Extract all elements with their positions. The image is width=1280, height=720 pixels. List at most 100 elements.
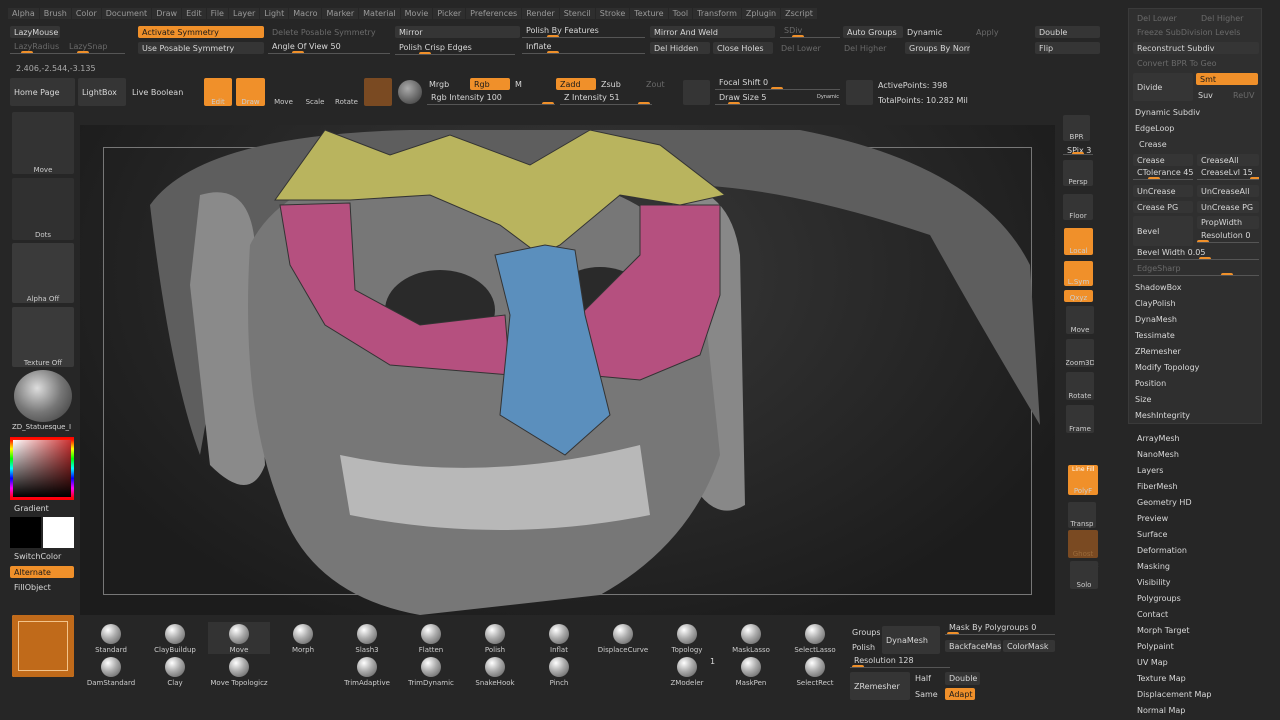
edge-sharp-slider[interactable]: EdgeSharp — [1133, 264, 1259, 276]
brush-damstandard[interactable]: DamStandard — [80, 655, 142, 687]
menu-texture[interactable]: Texture — [630, 8, 668, 19]
convert-bpr-button[interactable]: Convert BPR To Geo — [1133, 58, 1259, 69]
solo-button[interactable]: Solo — [1070, 561, 1098, 589]
flip-button[interactable]: Flip — [1035, 42, 1100, 54]
edit-mode-button[interactable]: Edit — [204, 78, 232, 106]
tool-subpalette-arraymesh[interactable]: ArrayMesh — [1135, 432, 1255, 444]
menu-marker[interactable]: Marker — [322, 8, 359, 19]
menu-movie[interactable]: Movie — [400, 8, 433, 19]
geometry-subpalette-dynamesh[interactable]: DynaMesh — [1133, 313, 1259, 325]
prop-width-toggle[interactable]: PropWidth — [1197, 216, 1259, 229]
spix-slider[interactable]: SPix 3 — [1063, 146, 1093, 155]
rgb-intensity-slider[interactable]: Rgb Intensity 100 — [427, 93, 555, 105]
inflate-slider[interactable]: Inflate — [522, 42, 645, 54]
z-intensity-slider[interactable]: Z Intensity 51 — [560, 93, 652, 105]
tool-subpalette-layers[interactable]: Layers — [1135, 464, 1255, 476]
brush-topology[interactable]: Topology — [656, 622, 718, 654]
half-button[interactable]: Half — [913, 672, 943, 685]
tool-subpalette-geometry-hd[interactable]: Geometry HD — [1135, 496, 1255, 508]
brush-move[interactable]: Move — [208, 622, 270, 654]
draw-mode-button[interactable]: Draw — [236, 78, 265, 106]
qxyz-button[interactable]: Qxyz — [1064, 290, 1093, 302]
delete-posable-symmetry-button[interactable]: Delete Posable Symmetry — [268, 26, 390, 38]
main-color-swatch[interactable] — [43, 517, 74, 548]
brush-pinch[interactable]: Pinch — [528, 655, 590, 687]
brush-morph[interactable]: Morph — [272, 622, 334, 654]
del-higher-button[interactable]: Del Higher — [840, 42, 900, 54]
menu-picker[interactable]: Picker — [433, 8, 466, 19]
menu-edit[interactable]: Edit — [182, 8, 206, 19]
geometry-subpalette-position[interactable]: Position — [1133, 377, 1259, 389]
zout-button[interactable]: Zout — [642, 78, 682, 90]
geometry-subpalette-tessimate[interactable]: Tessimate — [1133, 329, 1259, 341]
del-higher-button[interactable]: Del Higher — [1197, 13, 1257, 24]
tool-subpalette-masking[interactable]: Masking — [1135, 560, 1255, 572]
dynamesh-button[interactable]: DynaMesh — [882, 626, 940, 654]
material-preview[interactable] — [14, 370, 72, 422]
brush-trimdynamic[interactable]: TrimDynamic — [400, 655, 462, 687]
rgb-button[interactable]: Rgb — [470, 78, 510, 90]
move-view-button[interactable]: Move — [1066, 306, 1094, 334]
bpr-button[interactable]: BPR — [1063, 115, 1090, 141]
groups-by-normals-button[interactable]: Groups By Normals — [905, 42, 970, 54]
backface-mask-button[interactable]: BackfaceMask — [945, 640, 1001, 652]
uncrease-pg-button[interactable]: UnCrease PG — [1197, 201, 1259, 213]
lazyradius-slider[interactable]: LazyRadius — [10, 42, 65, 54]
color-picker[interactable] — [10, 437, 74, 500]
switch-color-button[interactable]: SwitchColor — [12, 551, 74, 561]
menu-brush[interactable]: Brush — [39, 8, 71, 19]
brush-trimadaptive[interactable]: TrimAdaptive — [336, 655, 398, 687]
crease-button[interactable]: Crease — [1133, 154, 1193, 166]
del-hidden-button[interactable]: Del Hidden — [650, 42, 710, 54]
gradient-toggle[interactable]: Gradient — [12, 503, 74, 513]
ctolerance-slider[interactable]: CTolerance 45 — [1133, 168, 1193, 180]
rotate-mode-button[interactable]: Rotate — [333, 78, 360, 106]
auto-groups-button[interactable]: Auto Groups — [843, 26, 903, 38]
suv-toggle[interactable]: Suv — [1196, 89, 1226, 101]
bevel-resolution-slider[interactable]: Resolution 0 — [1197, 231, 1259, 243]
tool-subpalette-preview[interactable]: Preview — [1135, 512, 1255, 524]
zsub-button[interactable]: Zsub — [599, 78, 639, 90]
menu-preferences[interactable]: Preferences — [466, 8, 522, 19]
geometry-subpalette-claypolish[interactable]: ClayPolish — [1133, 297, 1259, 309]
brush-maskpen[interactable]: MaskPen — [720, 655, 782, 687]
menu-render[interactable]: Render — [522, 8, 559, 19]
persp-button[interactable]: Persp — [1063, 160, 1093, 186]
viewport-canvas[interactable] — [80, 125, 1055, 615]
bevel-width-slider[interactable]: Bevel Width 0.05 — [1133, 248, 1259, 260]
home-page-button[interactable]: Home Page — [10, 78, 75, 106]
frame-button[interactable]: Frame — [1066, 405, 1094, 433]
floor-button[interactable]: Floor — [1063, 194, 1093, 220]
menu-document[interactable]: Document — [101, 8, 152, 19]
del-lower-button[interactable]: Del Lower — [1133, 13, 1193, 24]
brush-polish[interactable]: Polish — [464, 622, 526, 654]
dynamic-subdiv-section[interactable]: Dynamic Subdiv — [1133, 106, 1259, 118]
apply-button[interactable]: Apply — [972, 26, 1030, 38]
same-button[interactable]: Same — [913, 688, 943, 700]
geometry-subpalette-zremesher[interactable]: ZRemesher — [1133, 345, 1259, 357]
menu-draw[interactable]: Draw — [152, 8, 182, 19]
lsym-button[interactable]: L.Sym — [1064, 261, 1093, 286]
current-brush-icon[interactable] — [12, 615, 74, 677]
use-posable-symmetry-button[interactable]: Use Posable Symmetry — [138, 42, 264, 54]
polish-by-features-slider[interactable]: Polish By Features — [522, 26, 645, 38]
tool-subpalette-texture-map[interactable]: Texture Map — [1135, 672, 1255, 684]
divide-button[interactable]: Divide — [1133, 73, 1193, 101]
crease-all-button[interactable]: CreaseAll — [1197, 154, 1259, 166]
mask-by-polygroups-slider[interactable]: Mask By Polygroups 0 — [945, 623, 1055, 635]
activate-symmetry-button[interactable]: Activate Symmetry — [138, 26, 264, 38]
color-mask-button[interactable]: ColorMask — [1003, 640, 1055, 652]
tool-subpalette-surface[interactable]: Surface — [1135, 528, 1255, 540]
menu-file[interactable]: File — [206, 8, 228, 19]
menu-tool[interactable]: Tool — [668, 8, 693, 19]
crease-section[interactable]: Crease — [1137, 138, 1257, 150]
menu-light[interactable]: Light — [260, 8, 289, 19]
brush-inflat[interactable]: Inflat — [528, 622, 590, 654]
tool-subpalette-fibermesh[interactable]: FiberMesh — [1135, 480, 1255, 492]
angle-of-view-slider[interactable]: Angle Of View 50 — [268, 42, 390, 54]
crease-pg-button[interactable]: Crease PG — [1133, 201, 1193, 213]
uncrease-all-button[interactable]: UnCreaseAll — [1197, 185, 1259, 197]
live-boolean-button[interactable]: Live Boolean — [130, 78, 202, 106]
menu-transform[interactable]: Transform — [693, 8, 741, 19]
uncrease-button[interactable]: UnCrease — [1133, 185, 1193, 197]
